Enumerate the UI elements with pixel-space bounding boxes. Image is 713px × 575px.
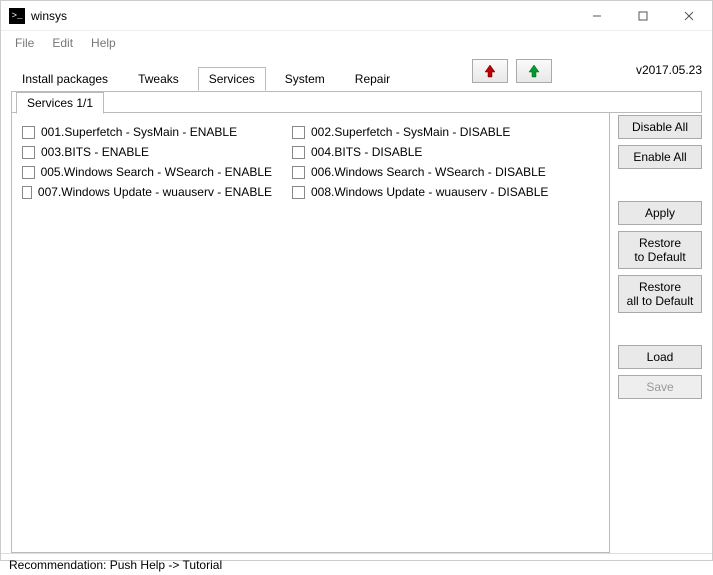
sub-tab-services[interactable]: Services 1/1 bbox=[16, 92, 104, 114]
service-item[interactable]: 008.Windows Update - wuauserv - DISABLE bbox=[292, 185, 572, 199]
services-panel: 001.Superfetch - SysMain - ENABLE 003.BI… bbox=[11, 113, 610, 553]
maximize-button[interactable] bbox=[620, 1, 666, 31]
main-tabs: Install packages Tweaks Services System … bbox=[11, 67, 401, 91]
tab-install-packages[interactable]: Install packages bbox=[11, 67, 119, 91]
arrow-up-icon bbox=[483, 64, 497, 78]
top-strip: Install packages Tweaks Services System … bbox=[11, 59, 702, 91]
services-column-left: 001.Superfetch - SysMain - ENABLE 003.BI… bbox=[22, 125, 272, 540]
menubar: File Edit Help bbox=[1, 31, 712, 55]
minimize-button[interactable] bbox=[574, 1, 620, 31]
statusbar: Recommendation: Push Help -> Tutorial bbox=[1, 553, 712, 575]
restore-all-default-button[interactable]: Restore all to Default bbox=[618, 275, 702, 313]
restore-default-button[interactable]: Restore to Default bbox=[618, 231, 702, 269]
spacer bbox=[618, 319, 702, 339]
arrow-down-button[interactable] bbox=[516, 59, 552, 83]
restore-default-label: Restore to Default bbox=[634, 236, 685, 265]
menu-file[interactable]: File bbox=[7, 34, 42, 52]
restore-all-default-label: Restore all to Default bbox=[627, 280, 694, 309]
tab-services[interactable]: Services bbox=[198, 67, 266, 91]
service-label: 005.Windows Search - WSearch - ENABLE bbox=[41, 165, 272, 179]
checkbox[interactable] bbox=[22, 166, 35, 179]
service-label: 006.Windows Search - WSearch - DISABLE bbox=[311, 165, 546, 179]
checkbox[interactable] bbox=[22, 186, 32, 199]
spacer bbox=[618, 175, 702, 195]
tab-tweaks[interactable]: Tweaks bbox=[127, 67, 190, 91]
apply-button[interactable]: Apply bbox=[618, 201, 702, 225]
service-label: 008.Windows Update - wuauserv - DISABLE bbox=[311, 185, 548, 199]
sidebar-buttons: Disable All Enable All Apply Restore to … bbox=[618, 113, 702, 553]
service-label: 007.Windows Update - wuauserv - ENABLE bbox=[38, 185, 272, 199]
services-column-right: 002.Superfetch - SysMain - DISABLE 004.B… bbox=[292, 125, 572, 540]
service-item[interactable]: 003.BITS - ENABLE bbox=[22, 145, 272, 159]
menu-edit[interactable]: Edit bbox=[44, 34, 81, 52]
service-label: 004.BITS - DISABLE bbox=[311, 145, 422, 159]
close-button[interactable] bbox=[666, 1, 712, 31]
checkbox[interactable] bbox=[292, 166, 305, 179]
version-label: v2017.05.23 bbox=[636, 63, 702, 77]
service-label: 003.BITS - ENABLE bbox=[41, 145, 149, 159]
service-item[interactable]: 007.Windows Update - wuauserv - ENABLE bbox=[22, 185, 272, 199]
service-item[interactable]: 001.Superfetch - SysMain - ENABLE bbox=[22, 125, 272, 139]
service-item[interactable]: 005.Windows Search - WSearch - ENABLE bbox=[22, 165, 272, 179]
tab-system[interactable]: System bbox=[274, 67, 336, 91]
app-icon: >_ bbox=[9, 8, 25, 24]
enable-all-button[interactable]: Enable All bbox=[618, 145, 702, 169]
tab-repair[interactable]: Repair bbox=[344, 67, 401, 91]
window-title: winsys bbox=[31, 9, 574, 23]
checkbox[interactable] bbox=[22, 146, 35, 159]
service-item[interactable]: 002.Superfetch - SysMain - DISABLE bbox=[292, 125, 572, 139]
arrow-up-button[interactable] bbox=[472, 59, 508, 83]
disable-all-button[interactable]: Disable All bbox=[618, 115, 702, 139]
service-label: 002.Superfetch - SysMain - DISABLE bbox=[311, 125, 510, 139]
status-text: Recommendation: Push Help -> Tutorial bbox=[9, 558, 222, 572]
service-item[interactable]: 004.BITS - DISABLE bbox=[292, 145, 572, 159]
checkbox[interactable] bbox=[292, 146, 305, 159]
arrow-buttons bbox=[472, 59, 552, 83]
sub-tab-bar: Services 1/1 bbox=[11, 91, 702, 113]
checkbox[interactable] bbox=[22, 126, 35, 139]
save-button[interactable]: Save bbox=[618, 375, 702, 399]
titlebar: >_ winsys bbox=[1, 1, 712, 31]
service-label: 001.Superfetch - SysMain - ENABLE bbox=[41, 125, 237, 139]
service-item[interactable]: 006.Windows Search - WSearch - DISABLE bbox=[292, 165, 572, 179]
checkbox[interactable] bbox=[292, 126, 305, 139]
load-button[interactable]: Load bbox=[618, 345, 702, 369]
arrow-down-icon bbox=[527, 64, 541, 78]
checkbox[interactable] bbox=[292, 186, 305, 199]
menu-help[interactable]: Help bbox=[83, 34, 124, 52]
content-wrap: 001.Superfetch - SysMain - ENABLE 003.BI… bbox=[11, 113, 702, 553]
